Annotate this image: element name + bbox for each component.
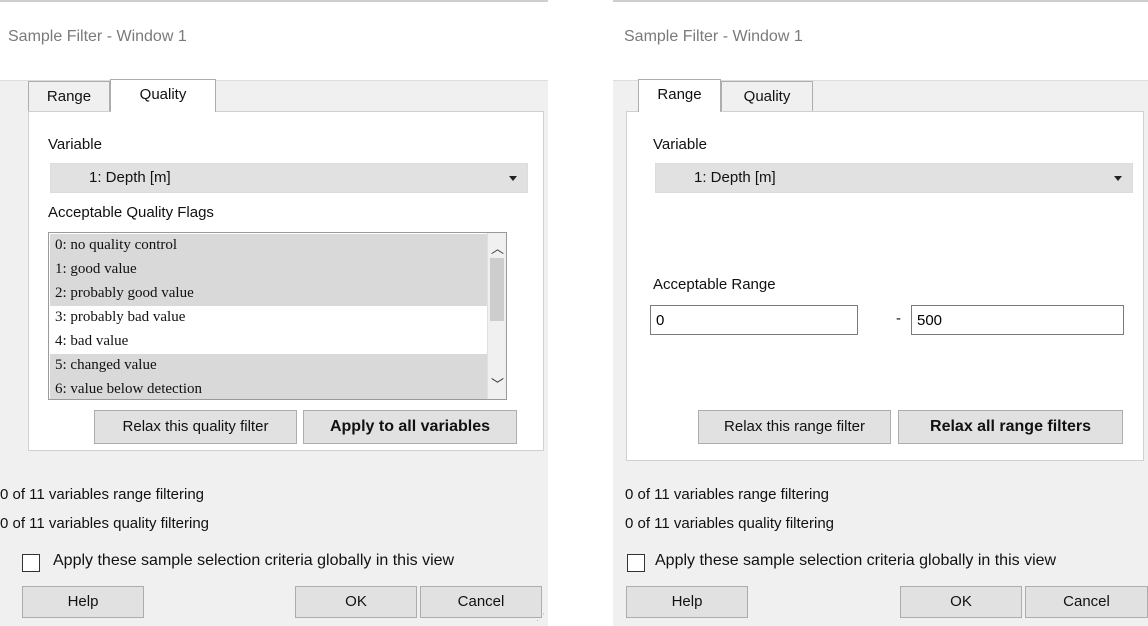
scroll-up-icon[interactable]: ︿ bbox=[491, 238, 504, 257]
cancel-button[interactable]: Cancel bbox=[1025, 586, 1148, 618]
variable-select[interactable]: 1: Depth [m] bbox=[50, 163, 528, 193]
tab-quality[interactable]: Quality bbox=[110, 79, 216, 112]
sample-filter-window-quality: Sample Filter - Window 1 Range Quality V… bbox=[0, 0, 548, 626]
tab-range-label: Range bbox=[46, 88, 92, 105]
title-bar-edge bbox=[0, 0, 548, 2]
list-item[interactable]: 5: changed value bbox=[50, 354, 487, 378]
relax-all-range-filters-button[interactable]: Relax all range filters bbox=[898, 410, 1123, 444]
variable-select-value: 1: Depth [m] bbox=[89, 169, 171, 186]
range-filtering-status: 0 of 11 variables range filtering bbox=[0, 486, 205, 503]
tab-range-label: Range bbox=[657, 86, 702, 103]
tab-quality[interactable]: Quality bbox=[721, 81, 813, 112]
acceptable-range-label: Acceptable Range bbox=[653, 276, 776, 293]
range-min-input[interactable] bbox=[650, 305, 858, 335]
variable-select-value: 1: Depth [m] bbox=[694, 169, 776, 186]
scroll-down-icon[interactable]: ﹀ bbox=[491, 374, 504, 393]
variable-select[interactable]: 1: Depth [m] bbox=[655, 163, 1133, 193]
list-item[interactable]: 3: probably bad value bbox=[50, 306, 487, 330]
list-item[interactable]: 6: value below detection bbox=[50, 378, 487, 399]
window-title: Sample Filter - Window 1 bbox=[624, 28, 803, 45]
tab-quality-label: Quality bbox=[139, 86, 187, 103]
apply-globally-checkbox[interactable] bbox=[627, 554, 645, 572]
quality-filtering-status: 0 of 11 variables quality filtering bbox=[0, 515, 210, 532]
quality-flags-list[interactable]: 0: no quality control 1: good value 2: pro… bbox=[48, 232, 507, 400]
variable-label: Variable bbox=[653, 136, 707, 153]
cancel-button[interactable]: Cancel bbox=[420, 586, 542, 618]
help-button[interactable]: Help bbox=[22, 586, 144, 618]
tab-range[interactable]: Range bbox=[28, 81, 110, 112]
apply-globally-checkbox[interactable] bbox=[22, 554, 40, 572]
quality-filtering-status: 0 of 11 variables quality filtering bbox=[625, 515, 835, 532]
title-bar[interactable]: Sample Filter - Window 1 bbox=[613, 0, 1148, 81]
window-title: Sample Filter - Window 1 bbox=[8, 28, 187, 45]
help-button[interactable]: Help bbox=[626, 586, 748, 618]
apply-to-all-variables-button[interactable]: Apply to all variables bbox=[303, 410, 517, 444]
list-item[interactable]: 4: bad value bbox=[50, 330, 487, 354]
scroll-thumb[interactable] bbox=[490, 258, 504, 321]
ok-button[interactable]: OK bbox=[900, 586, 1022, 618]
title-bar-edge bbox=[613, 0, 1148, 2]
relax-quality-filter-button[interactable]: Relax this quality filter bbox=[94, 410, 297, 444]
list-item[interactable]: 1: good value bbox=[50, 258, 487, 282]
variable-label: Variable bbox=[48, 136, 102, 153]
range-separator: - bbox=[896, 310, 901, 327]
list-scrollbar[interactable]: ︿ ﹀ bbox=[487, 233, 506, 399]
list-item[interactable]: 0: no quality control bbox=[50, 234, 487, 258]
title-bar[interactable]: Sample Filter - Window 1 bbox=[0, 0, 548, 81]
resize-grip-icon[interactable]: ⋰ bbox=[536, 612, 545, 623]
range-filtering-status: 0 of 11 variables range filtering bbox=[625, 486, 830, 503]
range-max-input[interactable] bbox=[911, 305, 1124, 335]
quality-flags-label: Acceptable Quality Flags bbox=[48, 204, 214, 221]
relax-range-filter-button[interactable]: Relax this range filter bbox=[698, 410, 891, 444]
sample-filter-window-range: Sample Filter - Window 1 Range Quality V… bbox=[613, 0, 1148, 626]
chevron-down-icon bbox=[1114, 176, 1122, 181]
apply-globally-label: Apply these sample selection criteria gl… bbox=[655, 552, 1057, 569]
list-item[interactable]: 2: probably good value bbox=[50, 282, 487, 306]
tab-quality-label: Quality bbox=[743, 88, 791, 105]
apply-globally-label: Apply these sample selection criteria gl… bbox=[53, 552, 455, 569]
tab-range[interactable]: Range bbox=[638, 79, 721, 112]
chevron-down-icon bbox=[509, 176, 517, 181]
ok-button[interactable]: OK bbox=[295, 586, 417, 618]
